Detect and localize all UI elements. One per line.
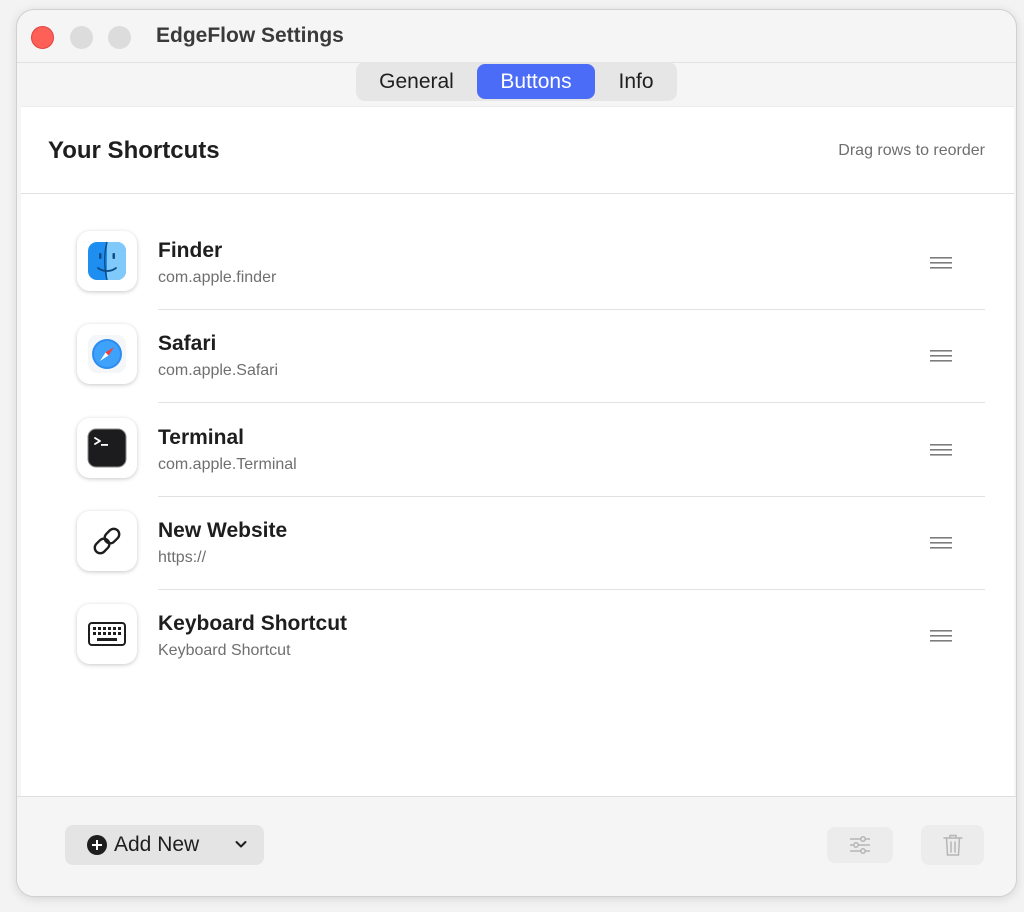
plus-circle-icon: [87, 835, 107, 855]
add-new-label: Add New: [114, 833, 200, 856]
drag-handle-icon[interactable]: [930, 444, 952, 456]
drag-handle-icon[interactable]: [930, 257, 952, 269]
drag-handle-icon[interactable]: [930, 537, 952, 549]
shortcut-subtitle: Keyboard Shortcut: [158, 642, 291, 659]
shortcut-subtitle: com.apple.Terminal: [158, 456, 297, 473]
drag-handle-icon[interactable]: [930, 350, 952, 362]
shortcut-row-new-website[interactable]: New Website https://: [77, 487, 987, 590]
footer-bar: Add New: [17, 796, 1016, 896]
desktop-background: EdgeFlow Settings Your Shortcuts Drag ro…: [0, 0, 1024, 912]
sliders-icon: [850, 836, 870, 854]
panel-title: Your Shortcuts: [48, 137, 220, 164]
window-title: EdgeFlow Settings: [156, 24, 344, 47]
finder-icon: [77, 231, 137, 291]
shortcut-row-terminal[interactable]: Terminal com.apple.Terminal: [77, 394, 987, 497]
drag-handle-icon[interactable]: [930, 630, 952, 642]
panel-divider: [21, 193, 1014, 194]
shortcut-name: Terminal: [158, 426, 244, 449]
tab-info[interactable]: Info: [597, 64, 675, 99]
add-new-button[interactable]: Add New: [65, 825, 264, 865]
tab-bar: General Buttons Info: [356, 62, 677, 101]
tab-buttons[interactable]: Buttons: [477, 64, 595, 99]
edit-settings-button[interactable]: [827, 827, 893, 863]
minimize-window-button[interactable]: [70, 26, 93, 49]
shortcut-row-finder[interactable]: Finder com.apple.finder: [77, 207, 987, 310]
shortcut-subtitle: com.apple.finder: [158, 269, 277, 286]
tab-general[interactable]: General: [358, 64, 475, 99]
chevron-down-icon[interactable]: [235, 840, 247, 849]
delete-button[interactable]: [921, 825, 984, 865]
shortcut-row-keyboard-shortcut[interactable]: Keyboard Shortcut Keyboard Shortcut: [77, 580, 987, 673]
shortcut-subtitle: com.apple.Safari: [158, 362, 279, 379]
terminal-icon: [77, 418, 137, 478]
title-bar: EdgeFlow Settings: [17, 10, 1016, 62]
shortcut-name: Safari: [158, 332, 217, 355]
shortcuts-panel: Your Shortcuts Drag rows to reorder Find…: [21, 106, 1014, 797]
shortcut-name: Keyboard Shortcut: [158, 612, 348, 635]
shortcut-name: New Website: [158, 519, 288, 542]
shortcut-name: Finder: [158, 239, 223, 262]
link-icon: [77, 511, 137, 571]
trash-icon: [942, 834, 963, 856]
zoom-window-button[interactable]: [108, 26, 131, 49]
settings-window: EdgeFlow Settings Your Shortcuts Drag ro…: [16, 9, 1017, 897]
shortcut-subtitle: https://: [158, 549, 207, 566]
reorder-hint: Drag rows to reorder: [838, 142, 985, 159]
keyboard-icon: [77, 604, 137, 664]
shortcut-row-safari[interactable]: Safari com.apple.Safari: [77, 300, 987, 403]
close-window-button[interactable]: [31, 26, 54, 49]
safari-icon: [77, 324, 137, 384]
